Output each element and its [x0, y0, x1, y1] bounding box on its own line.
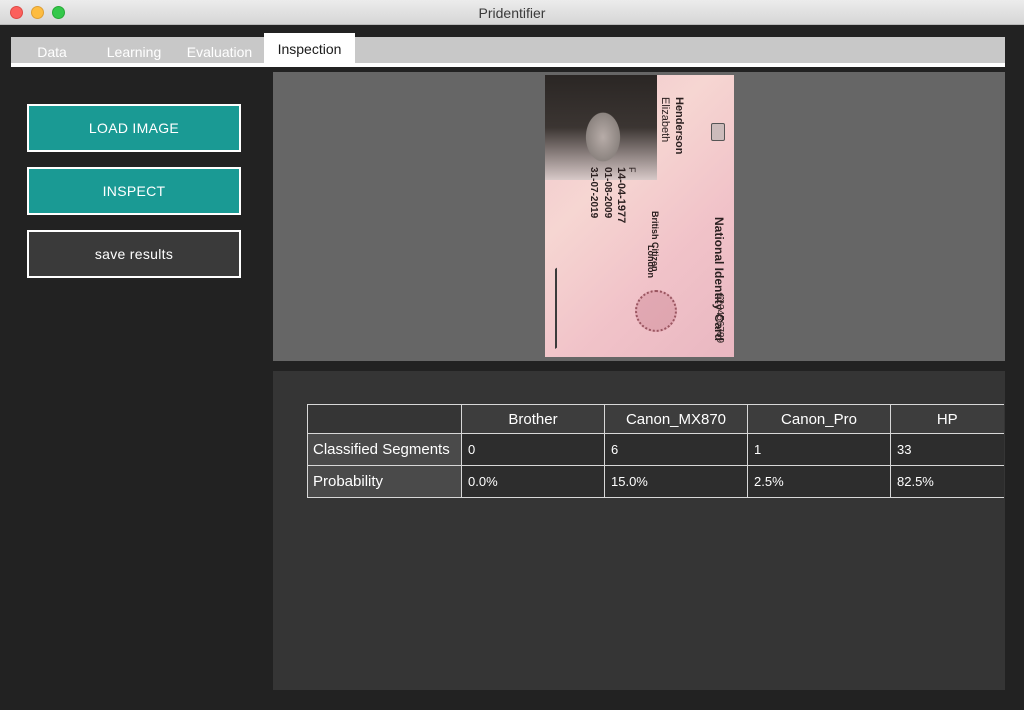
table-cell: 1 [747, 433, 891, 466]
window-title: Pridentifier [478, 5, 546, 21]
row-header: Probability [307, 465, 462, 498]
results-panel: Brother Canon_MX870 Canon_Pro HP Classif… [273, 371, 1005, 690]
card-surname: Henderson [673, 97, 685, 155]
save-results-button[interactable]: save results [27, 230, 241, 278]
card-text-layer: Henderson Elizabeth F 14-04-1977 01-08-2… [545, 75, 734, 357]
column-header: Canon_Pro [747, 404, 891, 434]
column-header: HP [890, 404, 1004, 434]
row-header: Classified Segments [307, 433, 462, 466]
load-image-button[interactable]: LOAD IMAGE [27, 104, 241, 152]
image-preview-panel: Henderson Elizabeth F 14-04-1977 01-08-2… [273, 72, 1005, 361]
table-cell: 82.5% [890, 465, 1004, 498]
table-cell: 0 [461, 433, 605, 466]
column-header: Brother [461, 404, 605, 434]
tab-evaluation[interactable]: Evaluation [175, 37, 264, 67]
card-number: 123456789 [714, 293, 725, 344]
title-bar: Pridentifier [0, 0, 1024, 25]
tab-inspection[interactable]: Inspection [264, 33, 355, 65]
table-cell: 0.0% [461, 465, 605, 498]
card-given-name: Elizabeth [659, 97, 671, 143]
table-corner-cell [307, 404, 462, 434]
table-header-row: Brother Canon_MX870 Canon_Pro HP [307, 404, 1004, 434]
card-place: London [646, 245, 656, 278]
tab-data[interactable]: Data [11, 37, 93, 67]
card-dob: 14-04-1977 [615, 167, 627, 224]
card-issue-date: 01-08-2009 [602, 167, 613, 219]
app-window: Data Learning Evaluation Inspection LOAD… [0, 25, 1024, 710]
table-cell: 15.0% [604, 465, 748, 498]
table-cell: 2.5% [747, 465, 891, 498]
inspect-button[interactable]: INSPECT [27, 167, 241, 215]
card-expiry-date: 31-07-2019 [588, 167, 599, 219]
table-row: Probability 0.0% 15.0% 2.5% 82.5% [307, 465, 1004, 498]
column-header: Canon_MX870 [604, 404, 748, 434]
card-sex: F [627, 167, 637, 173]
table-cell: 33 [890, 433, 1004, 466]
tab-learning[interactable]: Learning [93, 37, 175, 67]
table-row: Classified Segments 0 6 1 33 [307, 433, 1004, 466]
tab-bar: Data Learning Evaluation Inspection [11, 33, 1005, 67]
results-table: Brother Canon_MX870 Canon_Pro HP Classif… [307, 404, 1004, 498]
id-card-image: Henderson Elizabeth F 14-04-1977 01-08-2… [545, 75, 734, 357]
table-cell: 6 [604, 433, 748, 466]
